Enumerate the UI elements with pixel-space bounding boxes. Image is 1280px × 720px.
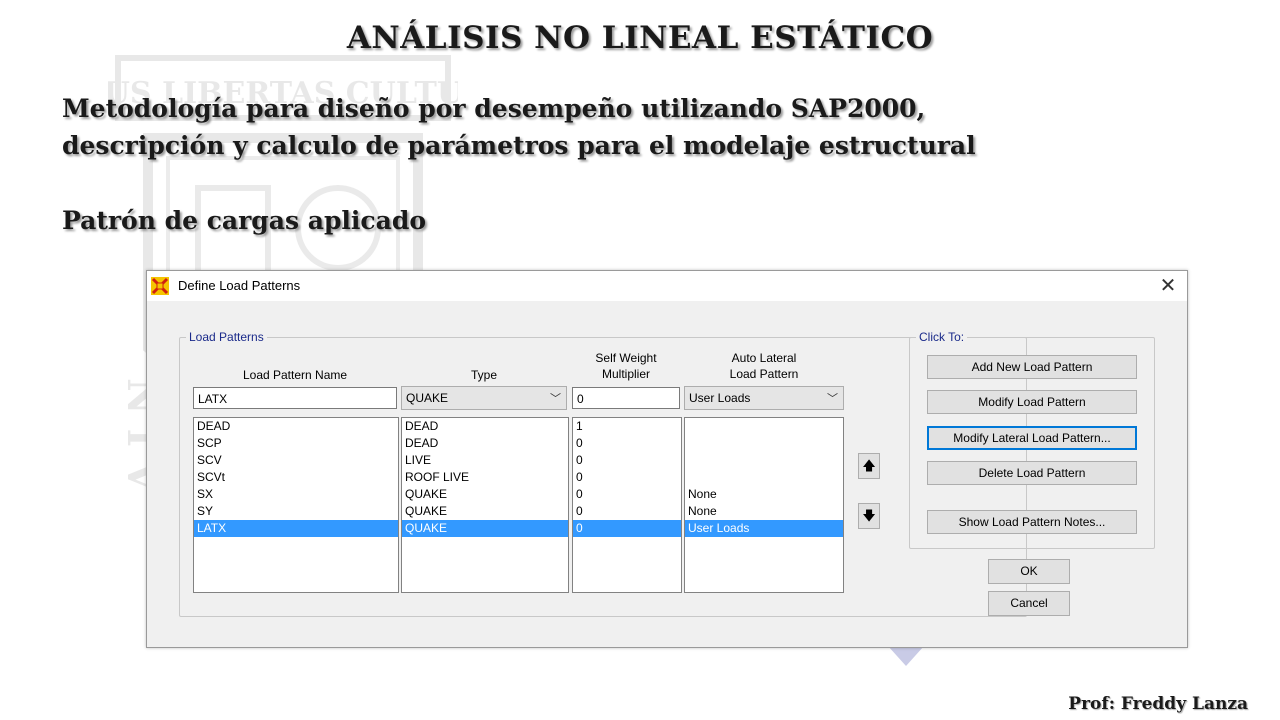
list-row[interactable]: DEAD <box>402 418 568 435</box>
add-new-load-pattern-button[interactable]: Add New Load Pattern <box>927 355 1137 379</box>
subtitle-line-1: Metodología para diseño por desempeño ut… <box>62 94 926 123</box>
list-row[interactable]: 0 <box>573 486 681 503</box>
auto-lateral-list[interactable]: None None User Loads <box>684 417 844 593</box>
list-row[interactable]: None <box>685 486 843 503</box>
ok-button[interactable]: OK <box>988 559 1070 584</box>
list-row[interactable]: QUAKE <box>402 503 568 520</box>
show-load-pattern-notes-button[interactable]: Show Load Pattern Notes... <box>927 510 1137 534</box>
auto-lateral-dropdown-value: User Loads <box>689 391 751 405</box>
list-row[interactable]: 0 <box>573 452 681 469</box>
section-title: Patrón de cargas aplicado <box>62 206 426 235</box>
load-patterns-group-label: Load Patterns <box>186 330 267 344</box>
list-row[interactable]: LATX <box>194 520 398 537</box>
define-load-patterns-dialog: Define Load Patterns ✕ Load Patterns Loa… <box>146 270 1188 648</box>
list-row[interactable]: QUAKE <box>402 486 568 503</box>
list-row[interactable]: LIVE <box>402 452 568 469</box>
click-to-group-label: Click To: <box>916 330 968 344</box>
modify-load-pattern-button[interactable]: Modify Load Pattern <box>927 390 1137 414</box>
modify-lateral-load-pattern-button[interactable]: Modify Lateral Load Pattern... <box>927 426 1137 450</box>
delete-load-pattern-button[interactable]: Delete Load Pattern <box>927 461 1137 485</box>
slide-title: ANÁLISIS NO LINEAL ESTÁTICO <box>346 20 934 56</box>
header-type: Type <box>470 368 497 382</box>
list-row[interactable]: SX <box>194 486 398 503</box>
dialog-titlebar[interactable]: Define Load Patterns ✕ <box>147 271 1187 301</box>
cancel-button[interactable]: Cancel <box>988 591 1070 616</box>
list-row[interactable]: ROOF LIVE <box>402 469 568 486</box>
load-pattern-name-list[interactable]: DEAD SCP SCV SCVt SX SY LATX <box>193 417 399 593</box>
type-list[interactable]: DEAD DEAD LIVE ROOF LIVE QUAKE QUAKE QUAKE <box>401 417 569 593</box>
self-weight-list[interactable]: 1000000 <box>572 417 682 593</box>
list-row[interactable] <box>685 435 843 452</box>
close-icon[interactable]: ✕ <box>1155 274 1181 298</box>
sap2000-app-icon <box>151 277 169 295</box>
list-row[interactable]: DEAD <box>402 435 568 452</box>
list-row[interactable] <box>685 452 843 469</box>
header-auto-lateral: Auto Lateral Load Pattern <box>729 351 799 381</box>
author-credit: Prof: Freddy Lanza <box>1068 694 1248 714</box>
subtitle-line-2: descripción y calculo de parámetros para… <box>62 131 976 160</box>
chevron-down-icon: ﹀ <box>550 393 561 405</box>
self-weight-input[interactable]: 0 <box>572 387 680 409</box>
load-pattern-name-input[interactable]: LATX <box>193 387 397 409</box>
chevron-down-icon: ﹀ <box>827 393 838 405</box>
slide-subtitle: Metodología para diseño por desempeño ut… <box>62 90 976 164</box>
list-row[interactable]: DEAD <box>194 418 398 435</box>
list-row[interactable]: 0 <box>573 520 681 537</box>
list-row[interactable]: 0 <box>573 435 681 452</box>
move-up-button[interactable]: 🡅 <box>858 453 880 479</box>
header-load-pattern-name: Load Pattern Name <box>242 368 348 382</box>
list-row[interactable]: QUAKE <box>402 520 568 537</box>
list-row[interactable] <box>685 418 843 435</box>
list-row[interactable] <box>685 469 843 486</box>
dialog-title: Define Load Patterns <box>178 278 301 293</box>
list-row[interactable]: 0 <box>573 469 681 486</box>
auto-lateral-dropdown[interactable]: User Loads ﹀ <box>684 386 844 410</box>
list-row[interactable]: 1 <box>573 418 681 435</box>
type-dropdown[interactable]: QUAKE ﹀ <box>401 386 567 410</box>
up-arrow-icon: 🡅 <box>862 458 876 473</box>
list-row[interactable]: User Loads <box>685 520 843 537</box>
list-row[interactable]: SCVt <box>194 469 398 486</box>
move-down-button[interactable]: 🡇 <box>858 503 880 529</box>
type-dropdown-value: QUAKE <box>406 391 449 405</box>
list-row[interactable]: SCV <box>194 452 398 469</box>
header-self-weight: Self Weight Multiplier <box>595 351 657 381</box>
decorative-pointer <box>888 646 924 666</box>
list-row[interactable]: SCP <box>194 435 398 452</box>
list-row[interactable]: SY <box>194 503 398 520</box>
list-row[interactable]: 0 <box>573 503 681 520</box>
list-row[interactable]: None <box>685 503 843 520</box>
down-arrow-icon: 🡇 <box>862 508 876 523</box>
